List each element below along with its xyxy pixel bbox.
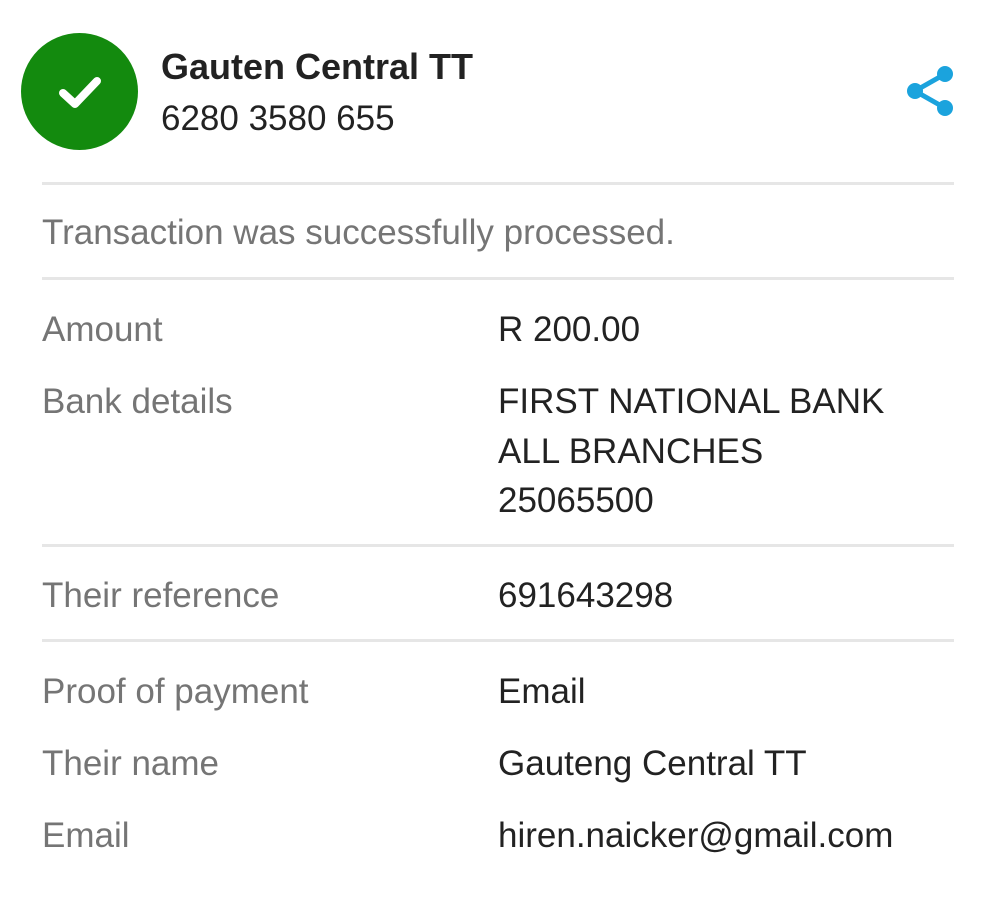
their-reference-value: 691643298 — [498, 576, 674, 615]
email-value: hiren.naicker@gmail.com — [498, 816, 894, 855]
success-status-badge — [21, 33, 138, 150]
share-button[interactable] — [900, 62, 958, 120]
divider — [42, 544, 954, 547]
bank-name-value: FIRST NATIONAL BANK — [498, 382, 885, 421]
recipient-name: Gauten Central TT — [161, 46, 474, 87]
divider — [42, 277, 954, 280]
recipient-account-number: 6280 3580 655 — [161, 99, 395, 138]
bank-details-label: Bank details — [42, 382, 233, 421]
email-label: Email — [42, 816, 130, 855]
transaction-status-message: Transaction was successfully processed. — [42, 213, 675, 252]
branch-code-value: 25065500 — [498, 481, 654, 520]
their-name-value: Gauteng Central TT — [498, 744, 807, 783]
proof-of-payment-label: Proof of payment — [42, 672, 309, 711]
amount-value: R 200.00 — [498, 310, 641, 349]
amount-label: Amount — [42, 310, 163, 349]
transaction-header: Gauten Central TT 6280 3580 655 — [0, 0, 996, 184]
divider — [42, 639, 954, 642]
divider — [42, 182, 954, 185]
share-icon — [907, 66, 953, 116]
proof-of-payment-value: Email — [498, 672, 586, 711]
bank-branch-value: ALL BRANCHES — [498, 432, 764, 471]
check-icon — [58, 76, 101, 108]
their-name-label: Their name — [42, 744, 220, 783]
their-reference-label: Their reference — [42, 576, 280, 615]
